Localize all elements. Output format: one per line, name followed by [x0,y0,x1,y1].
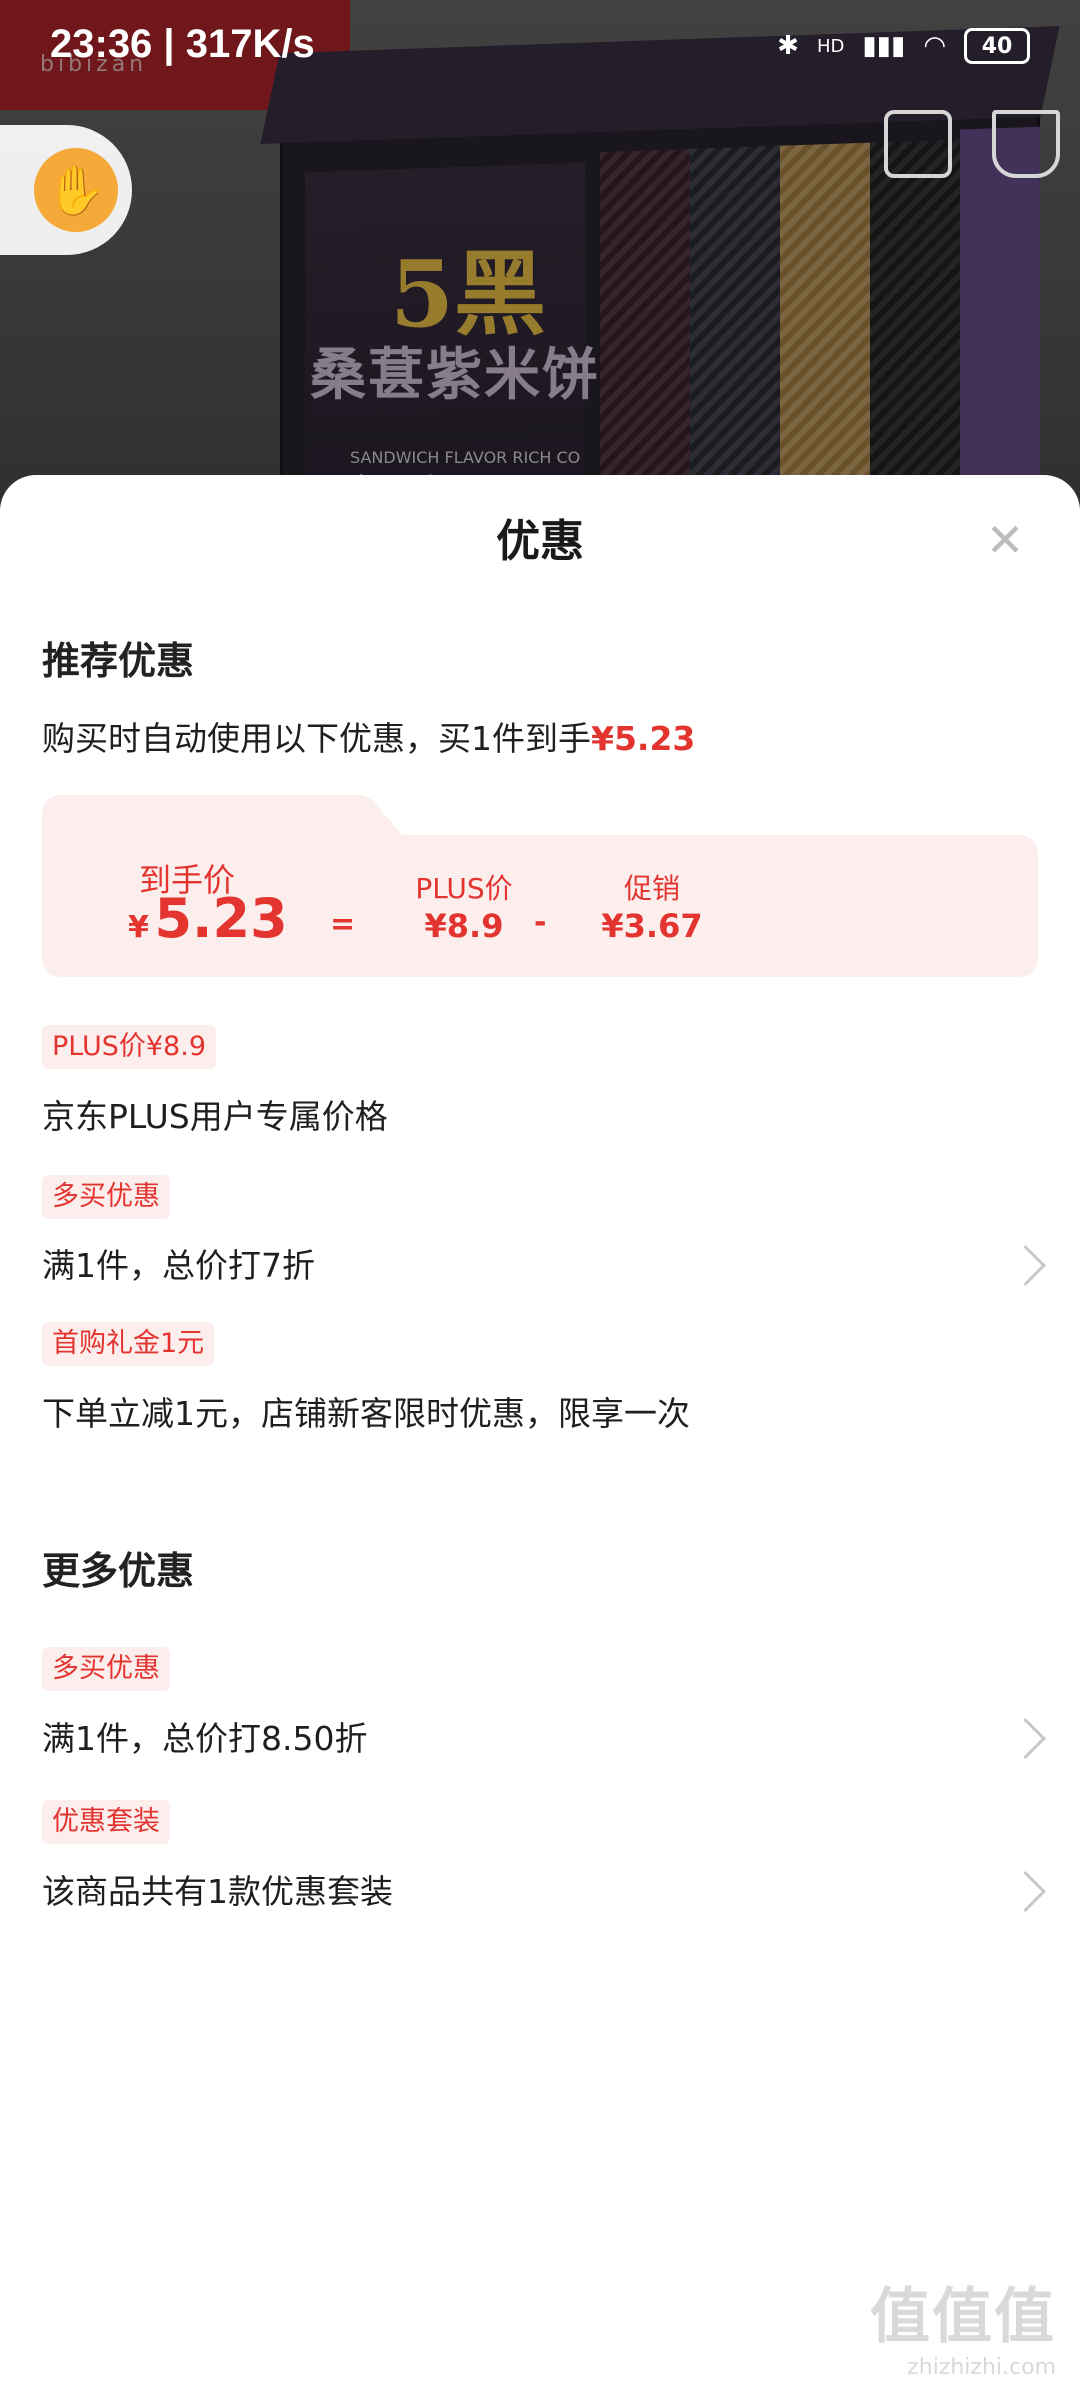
chevron-right-icon[interactable] [1004,1244,1047,1287]
close-icon[interactable]: ✕ [980,515,1030,565]
coupon-tag: 首购礼金1元 [42,1322,215,1366]
cart-icon[interactable] [992,110,1060,178]
battery-icon: 40 [964,28,1030,64]
minus-sign: - [534,905,547,940]
coupon-desc: 下单立减1元，店铺新客限时优惠，限享一次 [42,1394,690,1433]
coupon-tag: 优惠套装 [42,1800,170,1844]
coupon-desc[interactable]: 满1件，总价打7折 [42,1239,315,1287]
chevron-right-icon[interactable] [1004,1870,1047,1913]
recommended-title: 推荐优惠 [42,639,195,683]
sheet-title: 优惠 [496,516,584,567]
battery-level: 40 [981,33,1013,59]
recommended-desc-price: ¥5.23 [591,719,696,758]
coupon-tag: 多买优惠 [42,1647,170,1691]
signal-icon: ▮▮▮ [862,31,906,61]
recommended-desc-text: 购买时自动使用以下优惠，买1件到手 [42,719,591,758]
equals-sign: = [330,907,356,942]
promo-label: 促销 [623,872,680,905]
coupon-tag: PLUS价¥8.9 [42,1025,216,1069]
final-price-currency: ¥ [128,910,149,945]
network-label: HD [816,35,845,57]
watermark-logo: 值值值 [870,2282,1056,2352]
watermark-url: zhizhizhi.com [907,2355,1056,2380]
wifi-icon: ◠ [923,31,946,61]
plus-price-value: ¥8.9 [424,907,504,945]
coupon-desc[interactable]: 满1件，总价打8.50折 [42,1712,367,1760]
final-price-value: ¥ 5.23 [128,887,288,950]
discount-sheet: 优惠 ✕ 推荐优惠 购买时自动使用以下优惠，买1件到手¥5.23 到手价 ¥ 5… [0,475,1080,2400]
accessibility-button[interactable]: ✋ [0,125,132,255]
bluetooth-icon: ✱ [777,31,799,61]
price-breakdown-card: 到手价 ¥ 5.23 = PLUS价 ¥8.9 - 促销 ¥3.67 [42,795,1038,977]
final-price-number: 5.23 [154,887,288,950]
recommended-desc: 购买时自动使用以下优惠，买1件到手¥5.23 [42,712,695,760]
hero-actions [884,110,1060,178]
coupon-desc: 京东PLUS用户专属价格 [42,1097,388,1136]
status-bar: 23:36 | 317K/s ✱ HD ▮▮▮ ◠ 40 [0,0,1080,96]
promo-value: ¥3.67 [601,907,703,945]
more-title: 更多优惠 [42,1549,195,1593]
watermark: 值值值 zhizhizhi.com [870,2268,1056,2380]
chevron-right-icon[interactable] [1004,1717,1047,1760]
status-time: 23:36 | 317K/s [50,22,315,66]
coupon-tag: 多买优惠 [42,1175,170,1219]
share-icon[interactable] [884,110,952,178]
accessibility-icon: ✋ [34,148,118,232]
coupon-desc[interactable]: 该商品共有1款优惠套装 [42,1865,393,1913]
plus-price-label: PLUS价 [415,872,513,905]
